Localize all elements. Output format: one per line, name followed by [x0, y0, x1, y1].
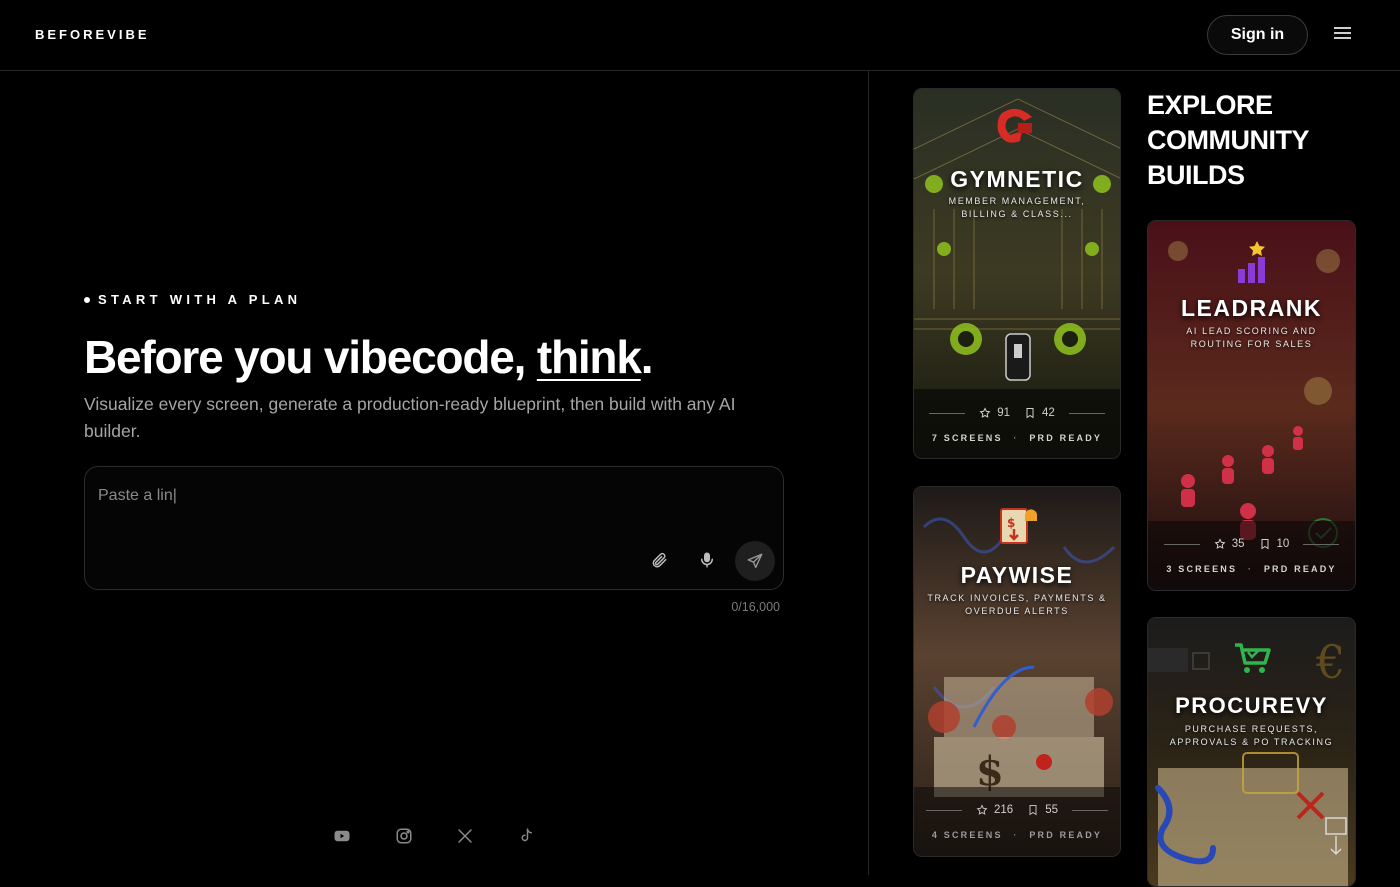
star-icon [1214, 538, 1226, 549]
shopping-cart-icon [1234, 643, 1271, 673]
paperclip-icon[interactable] [641, 542, 677, 578]
star-icon [976, 804, 988, 815]
card-title: LEADRANK [1180, 295, 1323, 321]
hero-subtext: Visualize every screen, generate a produ… [84, 394, 736, 441]
send-button[interactable] [735, 541, 775, 581]
card-description: TRACK INVOICES, PAYMENTS & OVERDUE ALERT… [927, 593, 1107, 616]
eyebrow: START WITH A PLAN [84, 292, 301, 307]
tiktok-icon[interactable] [515, 825, 537, 847]
community-card-gymnetic[interactable]: GYMNETIC MEMBER MANAGEMENT, BILLING & CL… [913, 88, 1121, 459]
card-meta: 7 SCREENS · PRD READY [931, 433, 1103, 443]
svg-text:€: € [1315, 635, 1345, 689]
star-count: 91 [997, 407, 1010, 419]
bookmark-icon [1026, 408, 1034, 419]
card-description: AI LEAD SCORING AND ROUTING FOR SALES [1186, 326, 1317, 349]
headline-text: Before you vibecode, [84, 331, 537, 383]
status-badge: PRD READY [1029, 830, 1103, 840]
top-bar: BEFOREVIBE Sign in [0, 0, 1400, 71]
sign-in-button[interactable]: Sign in [1207, 15, 1308, 55]
bullet-dot-icon [84, 296, 90, 303]
youtube-icon[interactable] [331, 825, 353, 847]
save-count: 42 [1042, 407, 1055, 419]
card-stats: 35 10 [1148, 538, 1355, 550]
status-badge: PRD READY [1263, 564, 1337, 574]
instagram-icon[interactable] [393, 825, 415, 847]
page-title: Before you vibecode, think. [84, 330, 654, 384]
card-title: GYMNETIC [950, 166, 1084, 192]
prompt-input[interactable] [98, 487, 618, 505]
community-card-paywise[interactable]: $ $ PAYWISE TRACK INVOICES, PAYMENTS & O… [913, 486, 1121, 857]
card-description: MEMBER MANAGEMENT, BILLING & CLASS... [948, 196, 1086, 219]
card-meta: 4 SCREENS · PRD READY [931, 830, 1103, 840]
save-count: 55 [1045, 804, 1058, 816]
eyebrow-text: START WITH A PLAN [98, 292, 302, 307]
character-counter: 0/16,000 [731, 600, 780, 614]
star-count: 216 [994, 804, 1014, 816]
microphone-icon[interactable] [689, 542, 725, 578]
card-stats: 91 42 [914, 407, 1120, 419]
bookmark-icon [1261, 539, 1268, 550]
star-icon [979, 407, 991, 418]
hamburger-menu-icon[interactable] [1332, 24, 1354, 46]
star-count: 35 [1231, 538, 1245, 550]
card-title: PAYWISE [960, 562, 1074, 588]
card-description: PURCHASE REQUESTS, APPROVALS & PO TRACKI… [1169, 724, 1334, 747]
save-count: 10 [1276, 538, 1290, 550]
screen-count: 7 SCREENS [931, 433, 1003, 443]
gymnetic-logo-icon [997, 108, 1032, 143]
card-title: PROCUREVY [1175, 693, 1328, 718]
card-meta: 3 SCREENS · PRD READY [1166, 564, 1337, 574]
brand-logo[interactable]: BEFOREVIBE [35, 27, 150, 42]
paywise-logo-icon: $ [1000, 508, 1037, 544]
bookmark-icon [1029, 805, 1037, 816]
status-badge: PRD READY [1029, 433, 1103, 443]
prompt-box [84, 466, 784, 590]
screen-count: 4 SCREENS [931, 830, 1003, 840]
card-stats: 216 55 [914, 804, 1120, 816]
x-icon[interactable] [454, 825, 476, 847]
headline-period: . [640, 331, 654, 383]
leadrank-logo-icon [1237, 241, 1265, 283]
screen-count: 3 SCREENS [1166, 564, 1238, 574]
svg-text:$: $ [1007, 516, 1015, 530]
headline-emphasis: think [536, 331, 642, 383]
community-heading: EXPLORE COMMUNITY BUILDS [1147, 90, 1309, 190]
panel-divider [868, 71, 869, 875]
community-card-procurevy[interactable]: € PROCUREVY PURCHASE REQUESTS, APPROVALS… [1147, 617, 1356, 887]
community-card-leadrank[interactable]: LEADRANK AI LEAD SCORING AND ROUTING FOR… [1147, 220, 1356, 591]
